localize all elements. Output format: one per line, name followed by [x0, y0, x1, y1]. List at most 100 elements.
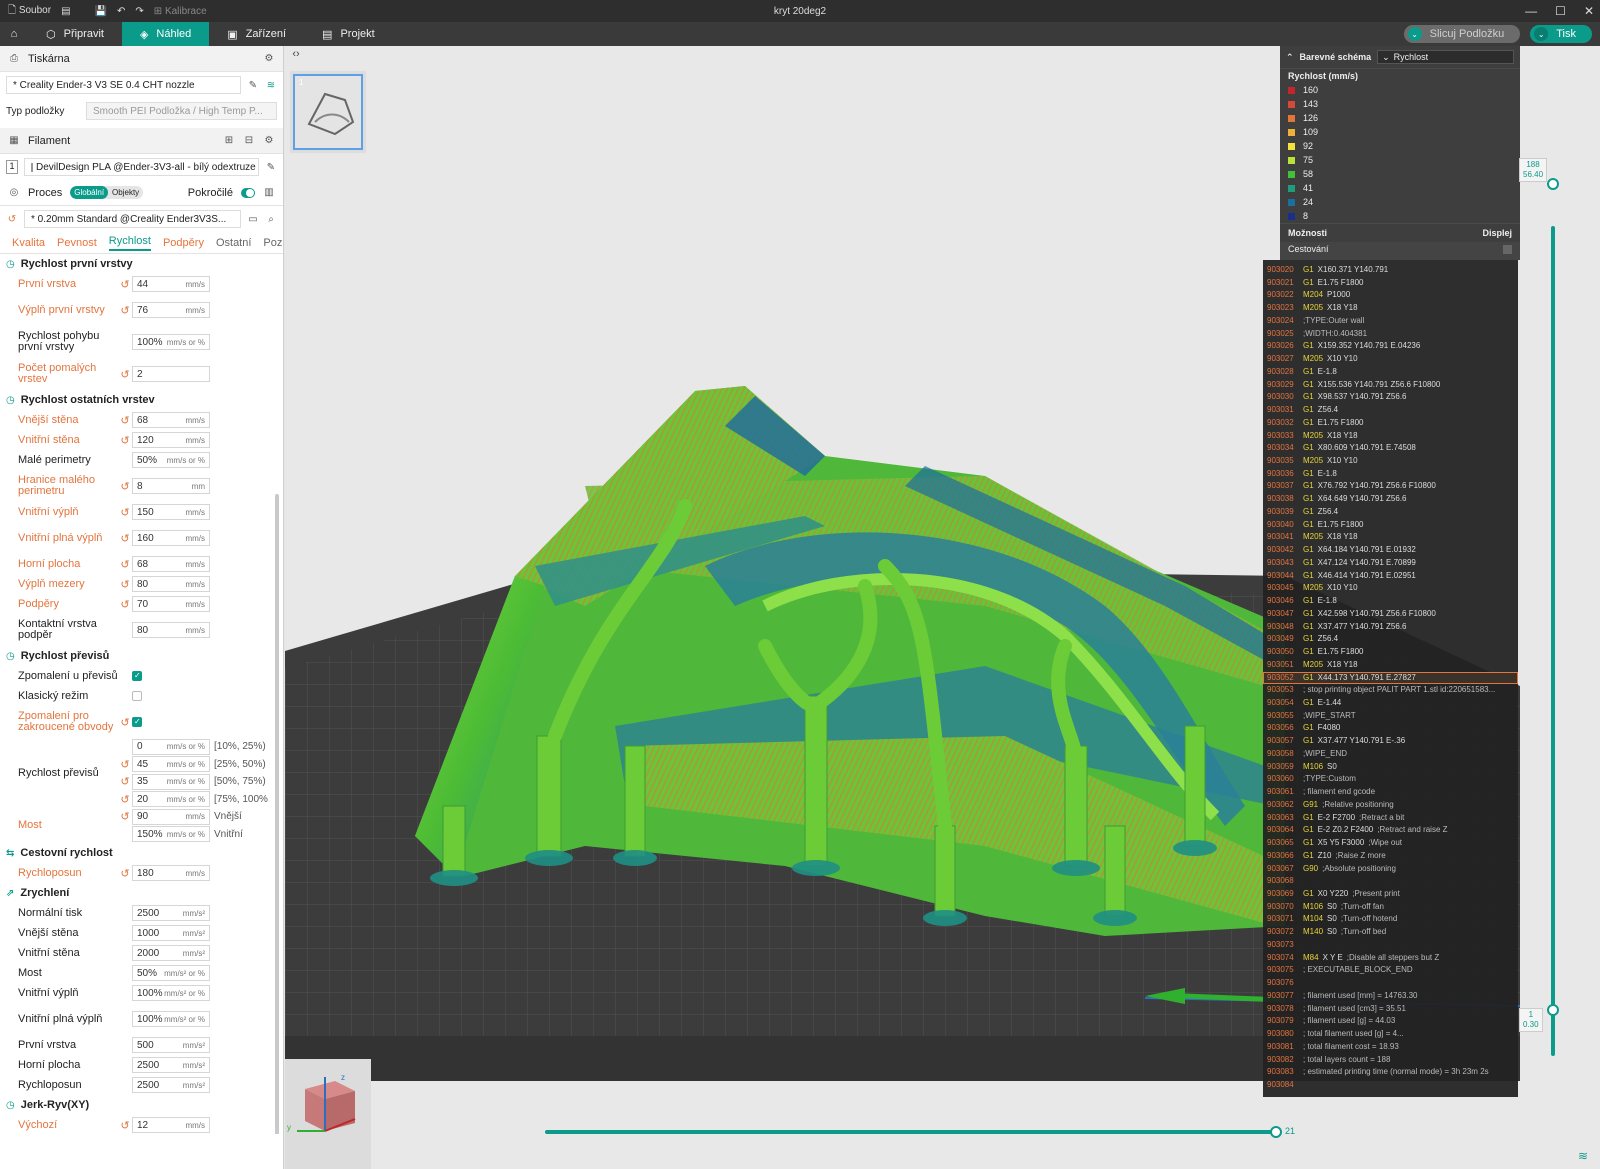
gcode-line[interactable]: 903044 G1 X46.414 Y140.791 E.02951	[1263, 570, 1518, 583]
param-input[interactable]: 76 mm/s	[132, 302, 210, 318]
chevron-down-icon[interactable]: ⌄	[1534, 27, 1549, 41]
gcode-line[interactable]: 903028 G1 E-1.8	[1263, 366, 1518, 379]
tab-prepare[interactable]: ⬡ Připravit	[28, 22, 122, 46]
filament-slot[interactable]: 1	[6, 160, 18, 174]
gcode-line[interactable]: 903027 M205 X10 Y10	[1263, 353, 1518, 366]
gcode-line[interactable]: 903042 G1 X64.184 Y140.791 E.01932	[1263, 544, 1518, 557]
param-input[interactable]: 50% mm/s² or %	[132, 965, 210, 981]
color-scheme-select[interactable]: ⌄ Rychlost	[1377, 50, 1514, 64]
param-input[interactable]: 100% mm/s² or %	[132, 985, 210, 1001]
gcode-line[interactable]: 903071 M104 S0 ;Turn-off hotend	[1263, 913, 1518, 926]
gcode-line[interactable]: 903039 G1 Z56.4	[1263, 506, 1518, 519]
remove-filament-icon[interactable]: ⊟	[243, 135, 255, 147]
travel-checkbox[interactable]	[1503, 244, 1512, 254]
minimize-button[interactable]: —	[1525, 4, 1537, 18]
param-input[interactable]: 80 mm/s	[132, 576, 210, 592]
maximize-button[interactable]: ☐	[1555, 4, 1566, 18]
edit-icon[interactable]: ✎	[247, 79, 259, 91]
tab-project[interactable]: ▤ Projekt	[304, 22, 393, 46]
gcode-line[interactable]: 903043 G1 X47.124 Y140.791 E.70899	[1263, 557, 1518, 570]
subtab-quality[interactable]: Kvalita	[12, 237, 45, 249]
param-input[interactable]: 68 mm/s	[132, 556, 210, 572]
gcode-line[interactable]: 903020 G1 X160.371 Y140.791	[1263, 264, 1518, 277]
layer-slider-bottom-handle[interactable]	[1547, 1004, 1559, 1016]
speed-input[interactable]: 20 mm/s or %	[132, 791, 210, 808]
gcode-line[interactable]: 903059 M106 S0	[1263, 761, 1518, 774]
wifi-icon[interactable]: ≋	[265, 79, 277, 91]
gcode-line[interactable]: 903050 G1 E1.75 F1800	[1263, 646, 1518, 659]
gcode-line[interactable]: 903063 G1 E-2 F2700 ;Retract a bit	[1263, 812, 1518, 825]
gcode-line[interactable]: 903068	[1263, 875, 1518, 888]
param-input[interactable]: 100% mm/s² or %	[132, 1011, 210, 1027]
save-icon[interactable]: ▭	[247, 213, 259, 225]
undo-icon[interactable]: ↺	[118, 278, 132, 291]
calibrate-menu[interactable]: ⊞ Kalibrace	[154, 6, 207, 17]
settings-icon[interactable]: ⚙	[263, 135, 275, 147]
layer-slider-top-handle[interactable]	[1547, 178, 1559, 190]
speed-input[interactable]: 90 mm/s	[132, 808, 210, 825]
subtab-speed[interactable]: Rychlost	[108, 235, 151, 251]
gcode-line[interactable]: 903047 G1 X42.598 Y140.791 Z56.6 F10800	[1263, 608, 1518, 621]
gcode-line[interactable]: 903075 ; EXECUTABLE_BLOCK_END	[1263, 964, 1518, 977]
gcode-line[interactable]: 903080 ; total filament used [g] = 4...	[1263, 1028, 1518, 1041]
speed-input[interactable]: 0 mm/s or %	[132, 738, 210, 755]
undo-icon[interactable]: ↺	[118, 758, 132, 771]
subtab-notes[interactable]: Pozná...	[263, 237, 283, 249]
undo-icon[interactable]: ↺	[118, 368, 132, 381]
reset-icon[interactable]: ↺	[6, 213, 18, 225]
gcode-line[interactable]: 903065 G1 X5 Y5 F3000 ;Wipe out	[1263, 837, 1518, 850]
gcode-line[interactable]: 903051 M205 X18 Y18	[1263, 659, 1518, 672]
undo-icon[interactable]: ↺	[118, 793, 132, 806]
layers-icon[interactable]: ≋	[1578, 1149, 1588, 1163]
gcode-line[interactable]: 903037 G1 X76.792 Y140.791 Z56.6 F10800	[1263, 480, 1518, 493]
tab-device[interactable]: ▣ Zařízení	[209, 22, 304, 46]
gcode-line[interactable]: 903055 ;WIPE_START	[1263, 710, 1518, 723]
gcode-line[interactable]: 903041 M205 X18 Y18	[1263, 531, 1518, 544]
plate-thumbnail[interactable]: 1	[290, 71, 366, 153]
gcode-line[interactable]: 903070 M106 S0 ;Turn-off fan	[1263, 901, 1518, 914]
undo-icon[interactable]: ↺	[118, 506, 132, 519]
gcode-line[interactable]: 903036 G1 E-1.8	[1263, 468, 1518, 481]
gcode-line[interactable]: 903069 G1 X0 Y220 ;Present print	[1263, 888, 1518, 901]
gcode-line[interactable]: 903056 G1 F4080	[1263, 722, 1518, 735]
undo-icon[interactable]: ↶	[117, 6, 125, 17]
3d-viewport[interactable]: ‹› 1 ⌃ Barevné schéma ⌄ Rychlost Rychlos…	[285, 46, 1600, 1169]
undo-icon[interactable]: ↺	[118, 558, 132, 571]
gcode-line[interactable]: 903026 G1 X159.352 Y140.791 E.04236	[1263, 340, 1518, 353]
overhang-checkbox[interactable]	[132, 717, 142, 727]
gcode-line[interactable]: 903040 G1 E1.75 F1800	[1263, 519, 1518, 532]
advanced-switch[interactable]	[241, 187, 255, 198]
param-input[interactable]: 44 mm/s	[132, 276, 210, 292]
gcode-line[interactable]: 903054 G1 E-1.44	[1263, 697, 1518, 710]
orientation-gizmo[interactable]: z y	[285, 1059, 371, 1169]
gcode-line[interactable]: 903045 M205 X10 Y10	[1263, 582, 1518, 595]
gcode-line[interactable]: 903064 G1 E-2 Z0.2 F2400 ;Retract and raise…	[1263, 824, 1518, 837]
param-input[interactable]: 80 mm/s	[132, 622, 210, 638]
filament-select[interactable]: DevilDesign PLA @Ender-3V3-all - bílý od…	[24, 158, 259, 176]
param-input[interactable]: 2500 mm/s²	[132, 905, 210, 921]
gcode-line[interactable]: 903077 ; filament used [mm] = 14763.30	[1263, 990, 1518, 1003]
gcode-line[interactable]: 903022 M204 P1000	[1263, 289, 1518, 302]
param-input[interactable]: 70 mm/s	[132, 596, 210, 612]
subtab-support[interactable]: Podpěry	[163, 237, 204, 249]
close-button[interactable]: ✕	[1584, 4, 1594, 18]
param-input[interactable]: 120 mm/s	[132, 432, 210, 448]
undo-icon[interactable]: ↺	[118, 414, 132, 427]
panel-scrollbar[interactable]	[275, 494, 279, 1134]
gcode-line[interactable]: 903078 ; filament used [cm3] = 35.51	[1263, 1003, 1518, 1016]
overhang-checkbox[interactable]	[132, 691, 142, 701]
collapse-panel-icon[interactable]: ‹›	[287, 48, 305, 66]
undo-icon[interactable]: ↺	[118, 304, 132, 317]
gcode-viewer[interactable]: 903020 G1 X160.371 Y140.791 903021 G1 E1.75 F…	[1263, 260, 1518, 1097]
gcode-line[interactable]: 903029 G1 X155.536 Y140.791 Z56.6 F10800	[1263, 379, 1518, 392]
undo-icon[interactable]: ↺	[118, 434, 132, 447]
travel-option[interactable]: Cestování	[1280, 242, 1520, 260]
gcode-line[interactable]: 903052 G1 X44.173 Y140.791 E.27827	[1263, 671, 1518, 685]
process-preset-select[interactable]: * 0.20mm Standard @Creality Ender3V3S...	[24, 210, 241, 228]
gcode-line[interactable]: 903038 G1 X64.649 Y140.791 Z56.6	[1263, 493, 1518, 506]
undo-icon[interactable]: ↺	[118, 716, 132, 729]
speed-input[interactable]: 150% mm/s or %	[132, 826, 210, 843]
undo-icon[interactable]: ↺	[118, 810, 132, 823]
gcode-line[interactable]: 903034 G1 X80.609 Y140.791 E.74508	[1263, 442, 1518, 455]
collapse-icon[interactable]: ⌃	[1286, 52, 1294, 63]
